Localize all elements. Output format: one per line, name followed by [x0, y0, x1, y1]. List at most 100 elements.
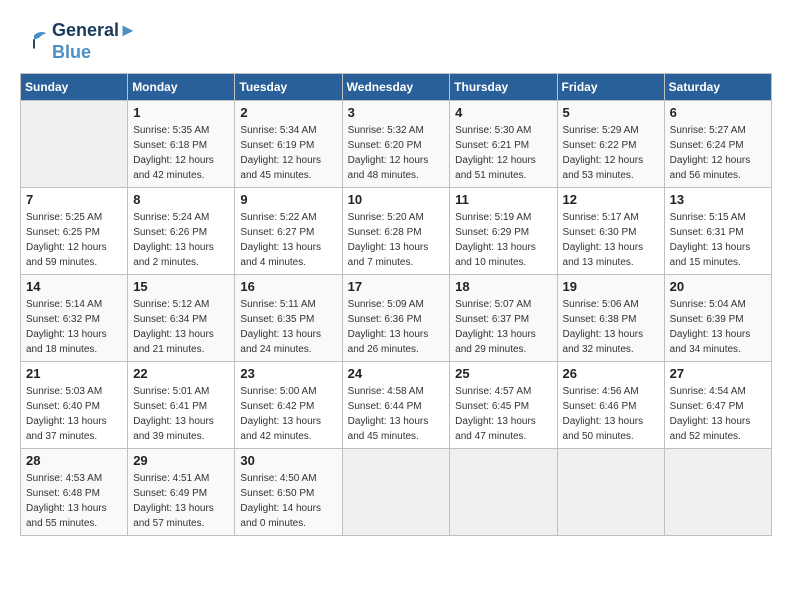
weekday-header: Monday: [128, 74, 235, 101]
calendar-cell: 28 Sunrise: 4:53 AMSunset: 6:48 PMDaylig…: [21, 449, 128, 536]
day-info: Sunrise: 4:58 AMSunset: 6:44 PMDaylight:…: [348, 384, 445, 444]
calendar-cell: 18 Sunrise: 5:07 AMSunset: 6:37 PMDaylig…: [450, 275, 557, 362]
calendar-cell: 13 Sunrise: 5:15 AMSunset: 6:31 PMDaylig…: [664, 188, 771, 275]
day-info: Sunrise: 5:24 AMSunset: 6:26 PMDaylight:…: [133, 210, 229, 270]
day-info: Sunrise: 5:03 AMSunset: 6:40 PMDaylight:…: [26, 384, 122, 444]
calendar-cell: 9 Sunrise: 5:22 AMSunset: 6:27 PMDayligh…: [235, 188, 342, 275]
day-info: Sunrise: 5:07 AMSunset: 6:37 PMDaylight:…: [455, 297, 551, 357]
day-number: 23: [240, 366, 336, 381]
calendar-cell: 19 Sunrise: 5:06 AMSunset: 6:38 PMDaylig…: [557, 275, 664, 362]
calendar-cell: 27 Sunrise: 4:54 AMSunset: 6:47 PMDaylig…: [664, 362, 771, 449]
calendar-week-row: 28 Sunrise: 4:53 AMSunset: 6:48 PMDaylig…: [21, 449, 772, 536]
calendar-cell: 6 Sunrise: 5:27 AMSunset: 6:24 PMDayligh…: [664, 101, 771, 188]
calendar-cell: [450, 449, 557, 536]
weekday-header: Saturday: [664, 74, 771, 101]
calendar-cell: 26 Sunrise: 4:56 AMSunset: 6:46 PMDaylig…: [557, 362, 664, 449]
day-info: Sunrise: 5:35 AMSunset: 6:18 PMDaylight:…: [133, 123, 229, 183]
weekday-header: Friday: [557, 74, 664, 101]
calendar-week-row: 1 Sunrise: 5:35 AMSunset: 6:18 PMDayligh…: [21, 101, 772, 188]
calendar-cell: 7 Sunrise: 5:25 AMSunset: 6:25 PMDayligh…: [21, 188, 128, 275]
calendar-table: SundayMondayTuesdayWednesdayThursdayFrid…: [20, 73, 772, 536]
day-info: Sunrise: 4:57 AMSunset: 6:45 PMDaylight:…: [455, 384, 551, 444]
day-number: 17: [348, 279, 445, 294]
calendar-cell: 23 Sunrise: 5:00 AMSunset: 6:42 PMDaylig…: [235, 362, 342, 449]
calendar-cell: 2 Sunrise: 5:34 AMSunset: 6:19 PMDayligh…: [235, 101, 342, 188]
calendar-cell: [342, 449, 450, 536]
day-info: Sunrise: 5:20 AMSunset: 6:28 PMDaylight:…: [348, 210, 445, 270]
calendar-cell: [664, 449, 771, 536]
calendar-cell: 14 Sunrise: 5:14 AMSunset: 6:32 PMDaylig…: [21, 275, 128, 362]
day-number: 28: [26, 453, 122, 468]
day-info: Sunrise: 5:14 AMSunset: 6:32 PMDaylight:…: [26, 297, 122, 357]
day-info: Sunrise: 5:25 AMSunset: 6:25 PMDaylight:…: [26, 210, 122, 270]
calendar-cell: 20 Sunrise: 5:04 AMSunset: 6:39 PMDaylig…: [664, 275, 771, 362]
weekday-header: Sunday: [21, 74, 128, 101]
day-info: Sunrise: 5:29 AMSunset: 6:22 PMDaylight:…: [563, 123, 659, 183]
day-number: 14: [26, 279, 122, 294]
day-number: 8: [133, 192, 229, 207]
weekday-header-row: SundayMondayTuesdayWednesdayThursdayFrid…: [21, 74, 772, 101]
calendar-cell: [557, 449, 664, 536]
day-number: 1: [133, 105, 229, 120]
day-info: Sunrise: 5:34 AMSunset: 6:19 PMDaylight:…: [240, 123, 336, 183]
logo-text: General► Blue: [52, 20, 137, 63]
calendar-cell: 30 Sunrise: 4:50 AMSunset: 6:50 PMDaylig…: [235, 449, 342, 536]
calendar-cell: 10 Sunrise: 5:20 AMSunset: 6:28 PMDaylig…: [342, 188, 450, 275]
calendar-cell: 21 Sunrise: 5:03 AMSunset: 6:40 PMDaylig…: [21, 362, 128, 449]
day-info: Sunrise: 5:17 AMSunset: 6:30 PMDaylight:…: [563, 210, 659, 270]
day-info: Sunrise: 5:27 AMSunset: 6:24 PMDaylight:…: [670, 123, 766, 183]
calendar-cell: 24 Sunrise: 4:58 AMSunset: 6:44 PMDaylig…: [342, 362, 450, 449]
day-number: 3: [348, 105, 445, 120]
day-number: 18: [455, 279, 551, 294]
day-info: Sunrise: 5:32 AMSunset: 6:20 PMDaylight:…: [348, 123, 445, 183]
day-number: 21: [26, 366, 122, 381]
day-info: Sunrise: 5:30 AMSunset: 6:21 PMDaylight:…: [455, 123, 551, 183]
day-number: 6: [670, 105, 766, 120]
day-info: Sunrise: 5:01 AMSunset: 6:41 PMDaylight:…: [133, 384, 229, 444]
calendar-week-row: 7 Sunrise: 5:25 AMSunset: 6:25 PMDayligh…: [21, 188, 772, 275]
day-number: 16: [240, 279, 336, 294]
calendar-cell: 11 Sunrise: 5:19 AMSunset: 6:29 PMDaylig…: [450, 188, 557, 275]
calendar-cell: 17 Sunrise: 5:09 AMSunset: 6:36 PMDaylig…: [342, 275, 450, 362]
day-info: Sunrise: 4:51 AMSunset: 6:49 PMDaylight:…: [133, 471, 229, 531]
day-number: 20: [670, 279, 766, 294]
day-number: 29: [133, 453, 229, 468]
day-info: Sunrise: 5:12 AMSunset: 6:34 PMDaylight:…: [133, 297, 229, 357]
calendar-cell: 22 Sunrise: 5:01 AMSunset: 6:41 PMDaylig…: [128, 362, 235, 449]
calendar-cell: 25 Sunrise: 4:57 AMSunset: 6:45 PMDaylig…: [450, 362, 557, 449]
calendar-cell: 8 Sunrise: 5:24 AMSunset: 6:26 PMDayligh…: [128, 188, 235, 275]
day-number: 22: [133, 366, 229, 381]
calendar-cell: 16 Sunrise: 5:11 AMSunset: 6:35 PMDaylig…: [235, 275, 342, 362]
day-number: 13: [670, 192, 766, 207]
day-info: Sunrise: 5:04 AMSunset: 6:39 PMDaylight:…: [670, 297, 766, 357]
day-info: Sunrise: 4:54 AMSunset: 6:47 PMDaylight:…: [670, 384, 766, 444]
calendar-cell: 5 Sunrise: 5:29 AMSunset: 6:22 PMDayligh…: [557, 101, 664, 188]
day-number: 10: [348, 192, 445, 207]
day-info: Sunrise: 4:56 AMSunset: 6:46 PMDaylight:…: [563, 384, 659, 444]
day-number: 15: [133, 279, 229, 294]
day-number: 4: [455, 105, 551, 120]
day-number: 26: [563, 366, 659, 381]
day-number: 12: [563, 192, 659, 207]
calendar-cell: [21, 101, 128, 188]
calendar-cell: 12 Sunrise: 5:17 AMSunset: 6:30 PMDaylig…: [557, 188, 664, 275]
page-header: General► Blue: [20, 20, 772, 63]
logo: General► Blue: [20, 20, 137, 63]
day-info: Sunrise: 5:06 AMSunset: 6:38 PMDaylight:…: [563, 297, 659, 357]
day-number: 25: [455, 366, 551, 381]
calendar-week-row: 14 Sunrise: 5:14 AMSunset: 6:32 PMDaylig…: [21, 275, 772, 362]
day-info: Sunrise: 4:50 AMSunset: 6:50 PMDaylight:…: [240, 471, 336, 531]
calendar-cell: 15 Sunrise: 5:12 AMSunset: 6:34 PMDaylig…: [128, 275, 235, 362]
calendar-cell: 29 Sunrise: 4:51 AMSunset: 6:49 PMDaylig…: [128, 449, 235, 536]
day-info: Sunrise: 5:00 AMSunset: 6:42 PMDaylight:…: [240, 384, 336, 444]
day-info: Sunrise: 5:11 AMSunset: 6:35 PMDaylight:…: [240, 297, 336, 357]
day-number: 27: [670, 366, 766, 381]
day-number: 19: [563, 279, 659, 294]
day-number: 30: [240, 453, 336, 468]
calendar-cell: 3 Sunrise: 5:32 AMSunset: 6:20 PMDayligh…: [342, 101, 450, 188]
calendar-cell: 1 Sunrise: 5:35 AMSunset: 6:18 PMDayligh…: [128, 101, 235, 188]
day-number: 5: [563, 105, 659, 120]
weekday-header: Thursday: [450, 74, 557, 101]
day-info: Sunrise: 4:53 AMSunset: 6:48 PMDaylight:…: [26, 471, 122, 531]
weekday-header: Wednesday: [342, 74, 450, 101]
